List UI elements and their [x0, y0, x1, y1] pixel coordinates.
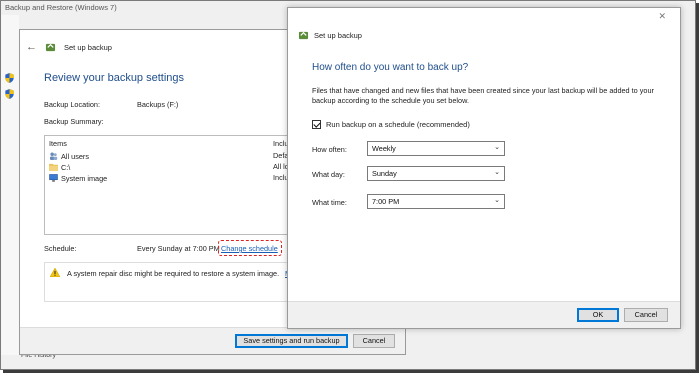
close-icon[interactable]: ✕ — [658, 11, 666, 22]
item-name: System image — [61, 173, 108, 183]
item-name: All users — [61, 151, 89, 161]
dialog-header-label: Set up backup — [314, 30, 362, 40]
chevron-down-icon: ⌄ — [494, 144, 500, 151]
backup-summary-list[interactable]: Items Included in All users Default Win … — [44, 135, 311, 235]
change-schedule-link[interactable]: Change schedule — [221, 244, 278, 253]
how-often-label: How often: — [312, 145, 347, 154]
list-item: C:\ — [49, 162, 70, 172]
how-often-value: Weekly — [372, 144, 396, 153]
list-item: System image — [49, 173, 107, 183]
folder-icon — [49, 163, 58, 171]
dialog-footer: OK Cancel — [288, 301, 680, 328]
backup-app-icon — [298, 31, 309, 40]
control-panel-side-strip — [1, 15, 19, 355]
shield-icon — [5, 73, 14, 83]
schedule-label: Schedule: — [44, 244, 77, 253]
background-window-title: Backup and Restore (Windows 7) — [5, 3, 117, 12]
items-column-header: Items — [49, 139, 67, 148]
ok-button[interactable]: OK — [577, 308, 619, 322]
what-time-select[interactable]: 7:00 PM ⌄ — [367, 194, 505, 209]
run-on-schedule-row[interactable]: Run backup on a schedule (recommended) — [312, 120, 470, 129]
dialog-heading: How often do you want to back up? — [312, 62, 469, 73]
run-on-schedule-checkbox[interactable] — [312, 120, 321, 129]
wizard-heading: Review your backup settings — [44, 72, 185, 84]
back-arrow-icon[interactable]: ← — [26, 41, 37, 53]
shield-icon — [5, 89, 14, 99]
warning-box: A system repair disc might be required t… — [44, 262, 292, 302]
wizard-header-label: Set up backup — [64, 42, 112, 52]
dialog-cancel-button[interactable]: Cancel — [624, 308, 668, 322]
dialog-header: Set up backup — [298, 30, 362, 40]
warning-icon — [50, 268, 60, 277]
backup-summary-label: Backup Summary: — [44, 117, 104, 126]
schedule-value: Every Sunday at 7:00 PM — [137, 244, 220, 253]
how-often-select[interactable]: Weekly ⌄ — [367, 141, 505, 156]
dialog-description: Files that have changed and new files th… — [312, 86, 654, 105]
what-day-label: What day: — [312, 170, 345, 179]
backup-app-icon — [45, 43, 56, 52]
backup-location-label: Backup Location: — [44, 100, 100, 109]
chevron-down-icon: ⌄ — [494, 197, 500, 204]
screenshot-frame: Backup and Restore (Windows 7) File Hist… — [0, 0, 696, 370]
what-day-select[interactable]: Sunday ⌄ — [367, 166, 505, 181]
monitor-icon — [49, 174, 58, 182]
what-day-value: Sunday — [372, 169, 397, 178]
backup-location-value: Backups (F:) — [137, 100, 179, 109]
schedule-dialog: ✕ Set up backup How often do you want to… — [287, 7, 681, 329]
wizard-cancel-button[interactable]: Cancel — [353, 334, 395, 348]
wizard-footer: Save settings and run backup Cancel — [20, 327, 405, 354]
what-time-label: What time: — [312, 198, 347, 207]
item-name: C:\ — [61, 162, 71, 172]
save-and-run-backup-button[interactable]: Save settings and run backup — [235, 334, 348, 348]
list-item: All users — [49, 151, 89, 161]
run-on-schedule-label: Run backup on a schedule (recommended) — [326, 120, 470, 129]
chevron-down-icon: ⌄ — [494, 169, 500, 176]
users-icon — [49, 152, 58, 160]
warning-text: A system repair disc might be required t… — [67, 269, 280, 278]
wizard-header: ← Set up backup — [26, 40, 112, 54]
what-time-value: 7:00 PM — [372, 197, 400, 206]
